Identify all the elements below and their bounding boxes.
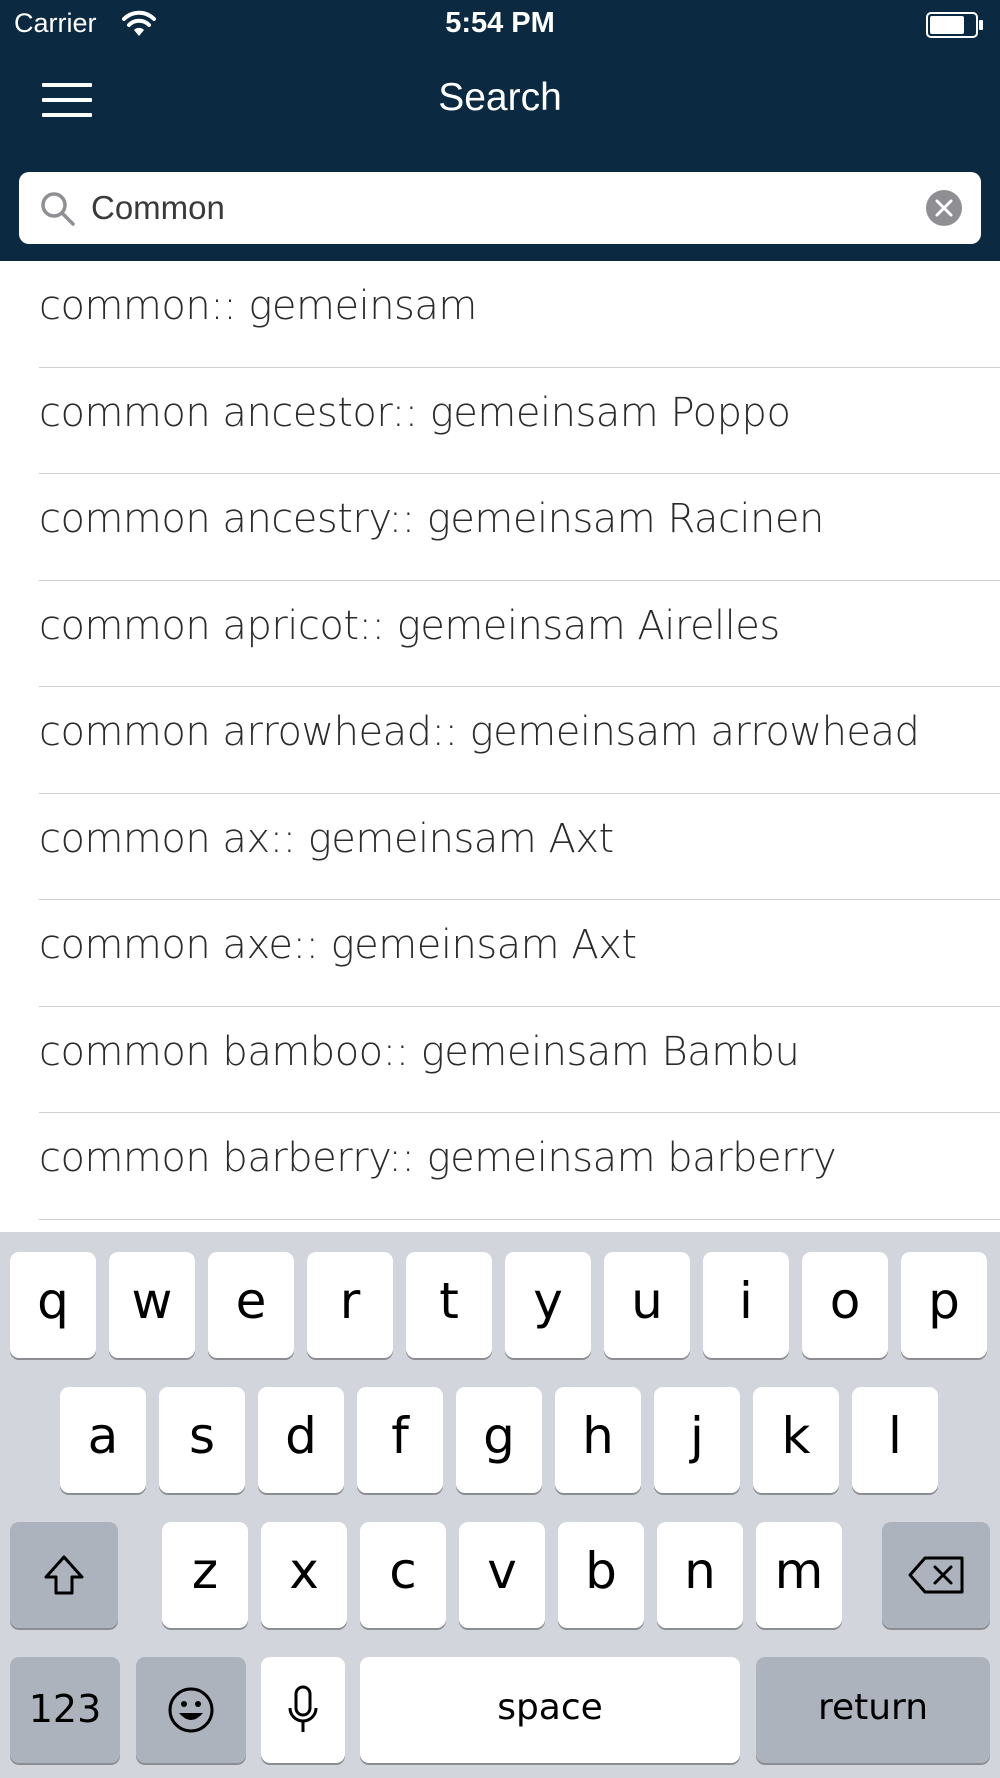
header: Carrier 5:54 PM Search (0, 0, 1000, 261)
result-text: common ax:: gemeinsam Axt (39, 815, 614, 862)
key-i[interactable]: i (703, 1252, 789, 1358)
key-t[interactable]: t (406, 1252, 492, 1358)
numbers-key-label: 123 (28, 1687, 102, 1731)
key-label: w (131, 1272, 173, 1330)
key-label: n (684, 1542, 716, 1600)
key-label: t (439, 1272, 459, 1330)
key-z[interactable]: z (162, 1522, 248, 1628)
return-key[interactable]: return (756, 1657, 990, 1763)
key-label: o (829, 1272, 861, 1330)
key-label: y (533, 1272, 563, 1330)
key-r[interactable]: r (307, 1252, 393, 1358)
key-h[interactable]: h (555, 1387, 641, 1493)
key-a[interactable]: a (60, 1387, 146, 1493)
divider (39, 1218, 1000, 1220)
status-time: 5:54 PM (445, 7, 555, 39)
numbers-key[interactable]: 123 (10, 1657, 120, 1763)
key-label: j (690, 1407, 704, 1465)
key-label: d (285, 1407, 317, 1465)
key-b[interactable]: b (558, 1522, 644, 1628)
list-item[interactable]: common ancestry:: gemeinsam Racinen (0, 474, 1000, 581)
shift-icon (44, 1555, 84, 1595)
key-label: k (781, 1407, 811, 1465)
key-label: f (391, 1407, 409, 1465)
key-label: g (483, 1407, 515, 1465)
key-label: p (928, 1272, 960, 1330)
key-n[interactable]: n (657, 1522, 743, 1628)
key-u[interactable]: u (604, 1252, 690, 1358)
key-y[interactable]: y (505, 1252, 591, 1358)
key-s[interactable]: s (159, 1387, 245, 1493)
key-d[interactable]: d (258, 1387, 344, 1493)
key-g[interactable]: g (456, 1387, 542, 1493)
key-label: i (739, 1272, 753, 1330)
clear-search-button[interactable] (926, 190, 962, 226)
status-bar: Carrier 5:54 PM (0, 0, 1000, 50)
key-k[interactable]: k (753, 1387, 839, 1493)
key-label: m (774, 1542, 824, 1600)
key-p[interactable]: p (901, 1252, 987, 1358)
search-bar[interactable] (19, 172, 981, 244)
delete-key[interactable] (882, 1522, 990, 1628)
list-item[interactable]: common ancestor:: gemeinsam Poppo (0, 368, 1000, 474)
shift-key[interactable] (10, 1522, 118, 1628)
battery-icon (926, 12, 983, 38)
list-item[interactable]: common:: gemeinsam (0, 261, 1000, 368)
result-text: common:: gemeinsam (39, 283, 477, 329)
key-label: v (487, 1542, 517, 1600)
key-label: u (631, 1272, 663, 1330)
key-c[interactable]: c (360, 1522, 446, 1628)
return-key-label: return (817, 1687, 929, 1728)
key-f[interactable]: f (357, 1387, 443, 1493)
clear-x-icon (935, 199, 953, 217)
key-v[interactable]: v (459, 1522, 545, 1628)
list-item[interactable]: common barberry:: gemeinsam barberry (0, 1113, 1000, 1220)
key-label: e (235, 1272, 267, 1330)
dictation-key[interactable] (261, 1657, 345, 1763)
key-o[interactable]: o (802, 1252, 888, 1358)
keyboard: 123 space return q w e r t y u i o p a s d f g h j k l z x c v… (0, 1232, 1000, 1778)
key-label: s (188, 1407, 216, 1465)
space-key-label: space (497, 1687, 603, 1728)
key-label: l (888, 1407, 902, 1465)
list-item[interactable]: common ax:: gemeinsam Axt (0, 794, 1000, 900)
key-q[interactable]: q (10, 1252, 96, 1358)
key-e[interactable]: e (208, 1252, 294, 1358)
page-title: Search (438, 76, 562, 119)
result-text: common bamboo:: gemeinsam Bambu (39, 1028, 800, 1075)
list-item[interactable]: common axe:: gemeinsam Axt (0, 900, 1000, 1007)
backspace-icon (908, 1556, 964, 1594)
key-l[interactable]: l (852, 1387, 938, 1493)
microphone-icon (288, 1685, 318, 1732)
key-label: a (87, 1407, 119, 1465)
result-text: common apricot:: gemeinsam Airelles (39, 602, 780, 649)
list-item[interactable]: common bamboo:: gemeinsam Bambu (0, 1007, 1000, 1113)
emoji-icon (168, 1687, 214, 1733)
key-label: r (339, 1272, 361, 1330)
search-icon (41, 192, 75, 226)
key-label: c (389, 1542, 417, 1600)
key-label: z (191, 1542, 219, 1600)
result-text: common barberry:: gemeinsam barberry (39, 1135, 837, 1181)
list-item[interactable]: common apricot:: gemeinsam Airelles (0, 581, 1000, 687)
key-label: b (585, 1542, 617, 1600)
key-w[interactable]: w (109, 1252, 195, 1358)
key-x[interactable]: x (261, 1522, 347, 1628)
result-text: common axe:: gemeinsam Axt (39, 922, 637, 968)
list-item[interactable]: common arrowhead:: gemeinsam arrowhead (0, 687, 1000, 794)
key-m[interactable]: m (756, 1522, 842, 1628)
key-label: q (37, 1272, 69, 1330)
space-key[interactable]: space (360, 1657, 740, 1763)
key-j[interactable]: j (654, 1387, 740, 1493)
result-text: common arrowhead:: gemeinsam arrowhead (39, 709, 920, 755)
results-list: common:: gemeinsam common ancestor:: gem… (0, 261, 1000, 1220)
emoji-key[interactable] (136, 1657, 246, 1763)
result-text: common ancestor:: gemeinsam Poppo (39, 389, 791, 436)
key-label: h (582, 1407, 614, 1465)
result-text: common ancestry:: gemeinsam Racinen (39, 496, 824, 542)
search-input[interactable] (91, 184, 931, 232)
key-label: x (289, 1542, 319, 1600)
